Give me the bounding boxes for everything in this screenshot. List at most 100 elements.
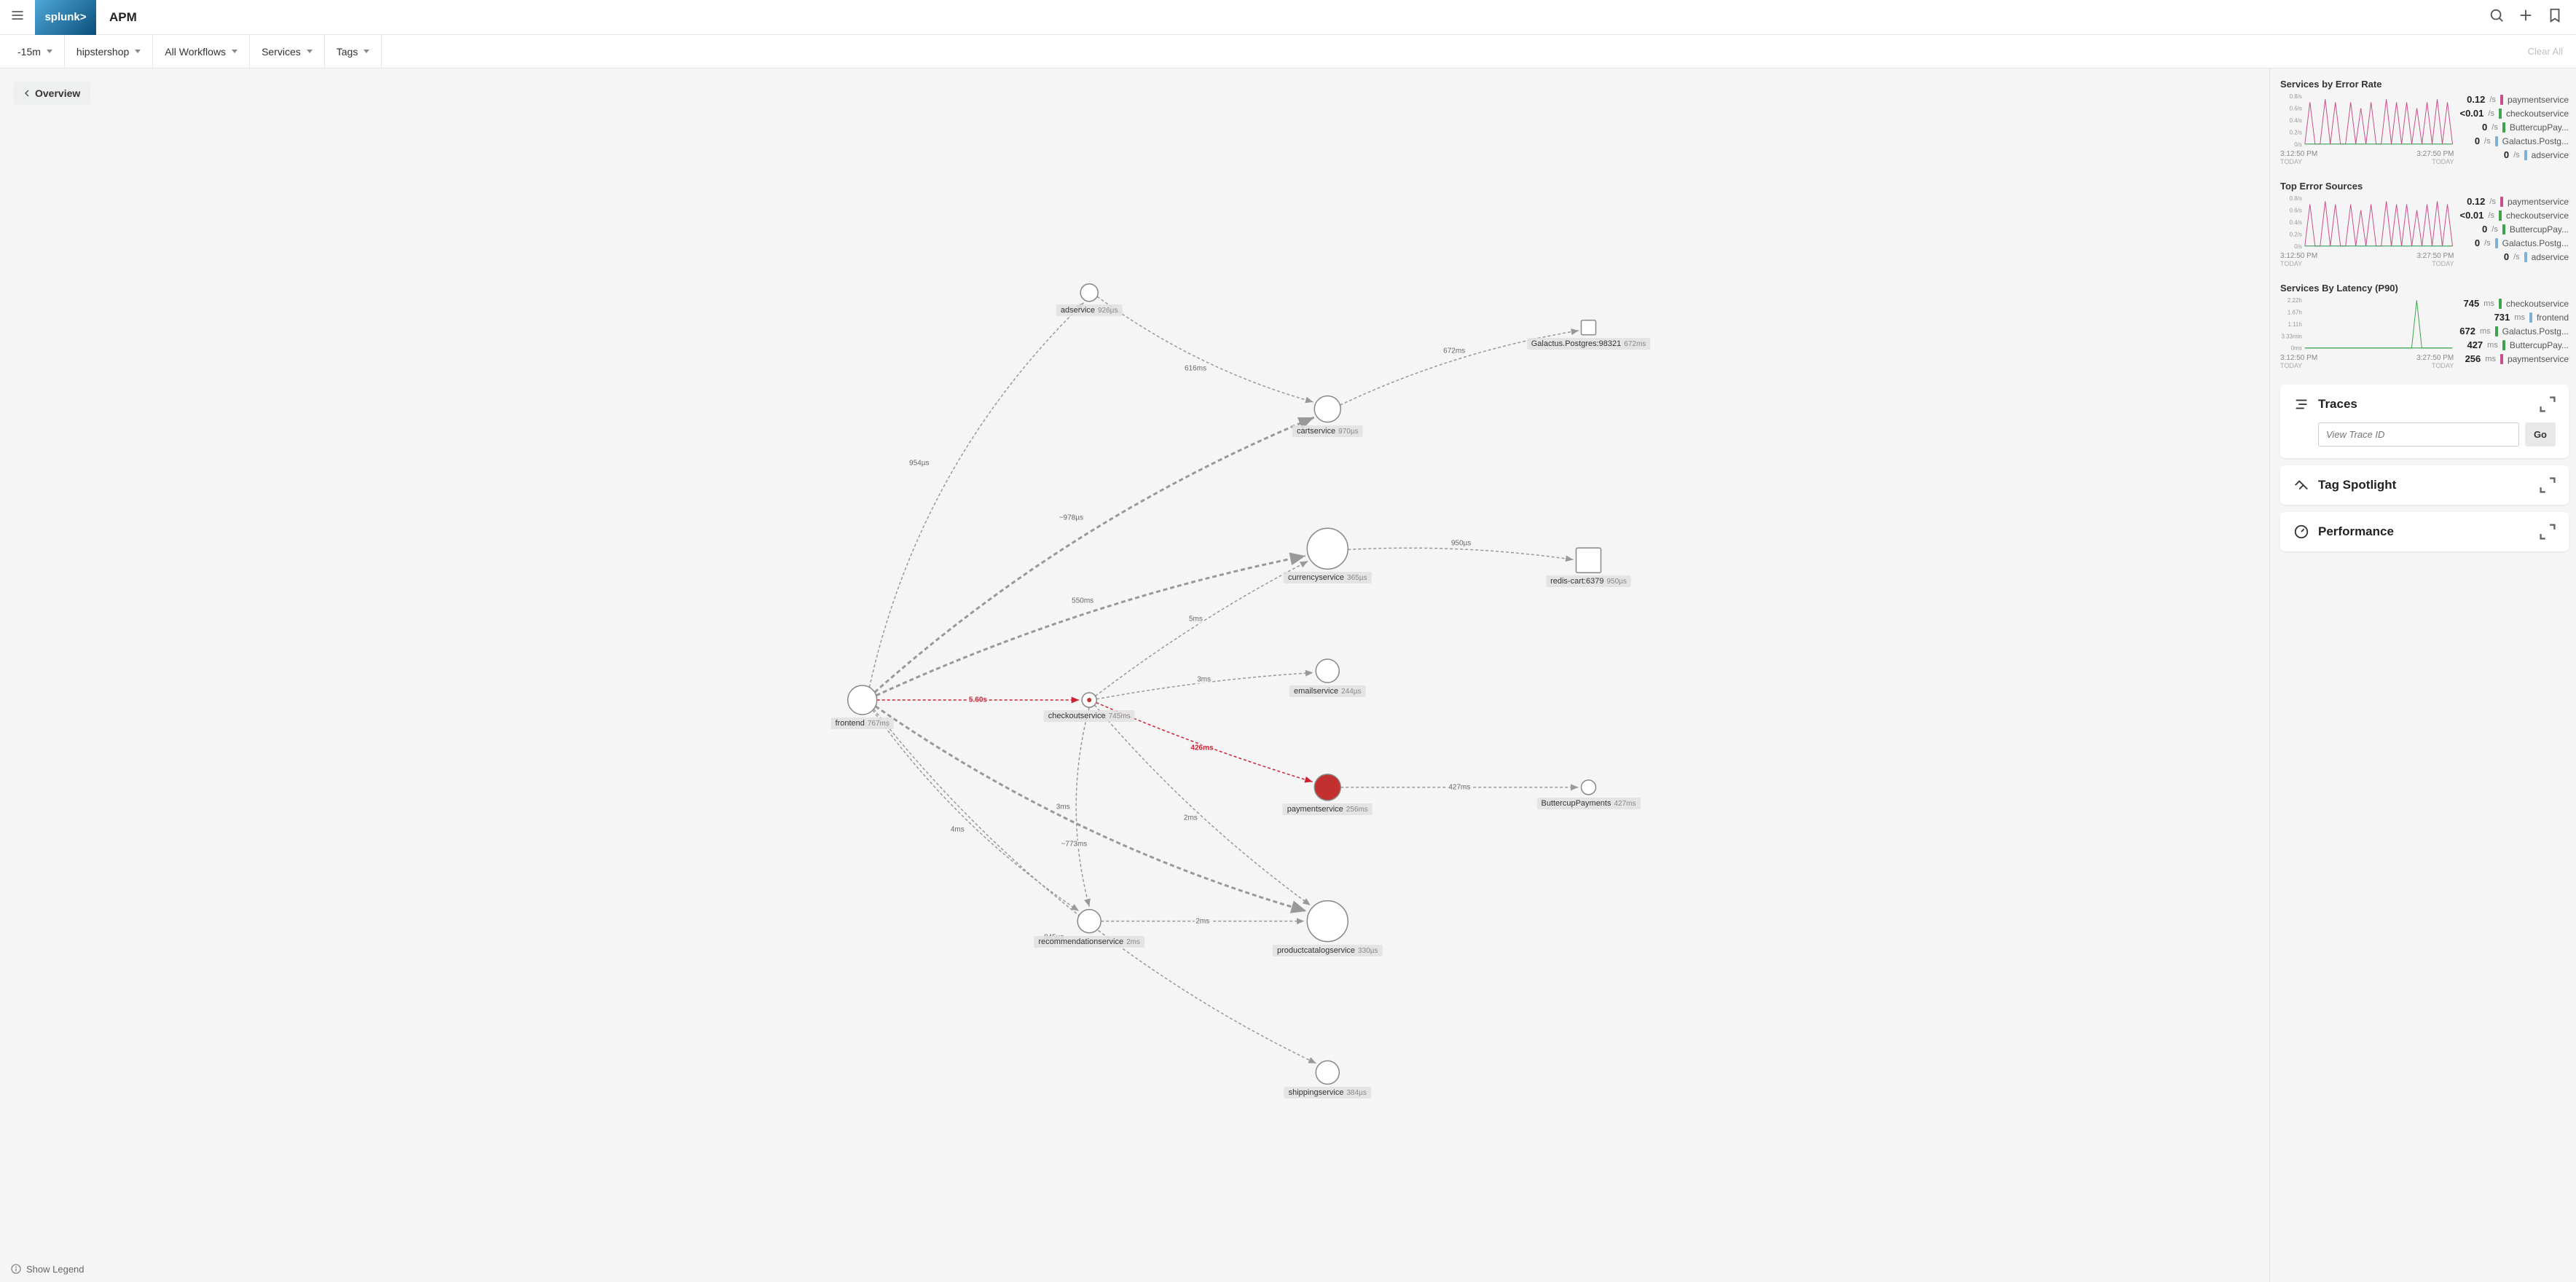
latency-block: 2.22h1.67h1.11h3.33min0ms 3:12:50 PMTODA… [2280,298,2569,370]
chevron-left-icon [23,90,31,97]
traces-card: Traces Go [2280,385,2569,458]
performance-card[interactable]: Performance [2280,512,2569,551]
service-label-adservice: adservice926µs [1056,304,1123,316]
service-node-galactus[interactable] [1582,320,1596,335]
brand-logo[interactable]: splunk> [35,0,96,35]
filter-time[interactable]: -15m [6,35,65,68]
edge-label: 950µs [1450,540,1472,548]
filter-bar: -15m hipstershop All Workflows Services … [0,35,2576,68]
edge-label: 3ms [1195,675,1212,683]
overview-label: Overview [35,87,80,99]
tag-spotlight-title: Tag Spotlight [2318,478,2531,492]
show-legend-button[interactable]: Show Legend [10,1263,85,1275]
svg-text:0.8/s: 0.8/s [2290,196,2302,202]
service-label-cartservice: cartservice970µs [1292,425,1363,437]
svg-text:1.67h: 1.67h [2288,310,2302,316]
edge-label: 550ms [1070,597,1095,605]
legend-row[interactable]: 0.12/spaymentservice [2459,94,2569,105]
service-node-emailservice[interactable] [1316,659,1339,683]
legend-row[interactable]: 731msfrontend [2459,312,2569,323]
service-node-buttercup[interactable] [1582,780,1596,795]
filter-tags[interactable]: Tags [325,35,382,68]
menu-icon[interactable] [0,8,35,26]
filter-workflows[interactable]: All Workflows [153,35,250,68]
edge-label: 672ms [1442,347,1466,355]
service-label-checkoutservice: checkoutservice745ms [1044,710,1135,722]
service-node-frontend[interactable] [848,685,877,715]
search-icon[interactable] [2489,7,2505,27]
traces-title: Traces [2318,397,2531,412]
filter-services[interactable]: Services [250,35,325,68]
service-node-paymentservice[interactable] [1314,774,1340,801]
service-label-redis: redis-cart:6379950µs [1546,575,1631,587]
svg-text:0/s: 0/s [2294,243,2302,248]
edge-label: ~773ms [1059,841,1088,849]
expand-icon[interactable] [2540,396,2556,412]
legend-row[interactable]: 0/sadservice [2459,251,2569,262]
legend-row[interactable]: 0.12/spaymentservice [2459,196,2569,207]
svg-text:0.2/s: 0.2/s [2290,129,2302,135]
service-node-productcatalogservice[interactable] [1307,901,1348,942]
edge-label: 5.60s [967,696,989,704]
edge-label: 426ms [1189,744,1214,752]
service-label-shippingservice: shippingservice384µs [1284,1087,1371,1098]
svg-text:0.4/s: 0.4/s [2290,219,2302,226]
legend-row[interactable]: <0.01/scheckoutservice [2459,108,2569,119]
legend-row[interactable]: 0/sGalactus.Postg... [2459,135,2569,146]
performance-icon [2293,524,2309,540]
service-label-buttercup: ButtercupPayments427ms [1536,798,1640,809]
service-map-canvas[interactable]: Overview 954µs 616ms 672ms ~978µs 550ms 950µs… [0,68,2270,1282]
traces-icon [2293,396,2309,412]
service-label-currencyservice: currencyservice365µs [1284,572,1371,583]
expand-icon[interactable] [2540,477,2556,493]
legend-row[interactable]: 672msGalactus.Postg... [2459,326,2569,337]
error-rate-title: Services by Error Rate [2280,79,2569,90]
legend-row[interactable]: 0/sButtercupPay... [2459,224,2569,235]
service-label-paymentservice: paymentservice256ms [1283,803,1373,815]
add-icon[interactable] [2518,7,2534,27]
edge-label: 616ms [1183,365,1208,373]
legend-row[interactable]: 0/sGalactus.Postg... [2459,237,2569,248]
edge-label: ~978µs [1058,514,1085,522]
service-node-redis[interactable] [1576,548,1601,573]
latency-chart[interactable]: 2.22h1.67h1.11h3.33min0ms [2280,298,2454,350]
service-label-galactus: Galactus.Postgres:98321672ms [1527,338,1651,350]
error-rate-chart[interactable]: 0.8/s0.6/s0.4/s0.2/s0/s [2280,94,2454,146]
service-label-frontend: frontend767ms [830,717,893,729]
tag-spotlight-icon [2293,477,2309,493]
svg-text:0.4/s: 0.4/s [2290,117,2302,124]
edge-label: 954µs [908,459,930,467]
edge-label: 3ms [1055,803,1072,811]
svg-text:2.22h: 2.22h [2288,298,2302,304]
overview-button[interactable]: Overview [13,82,90,105]
error-sources-chart[interactable]: 0.8/s0.6/s0.4/s0.2/s0/s [2280,196,2454,248]
trace-id-input[interactable] [2318,422,2519,447]
tag-spotlight-card[interactable]: Tag Spotlight [2280,465,2569,505]
filter-environment[interactable]: hipstershop [65,35,153,68]
service-node-recommendationservice[interactable] [1077,910,1101,933]
edge-label: 2ms [1194,917,1211,925]
expand-icon[interactable] [2540,524,2556,540]
edge-label: 5ms [1187,616,1204,624]
svg-text:0/s: 0/s [2294,141,2302,146]
service-node-cartservice[interactable] [1314,396,1340,422]
clear-all-button[interactable]: Clear All [2515,46,2576,57]
legend-row[interactable]: 427msButtercupPay... [2459,339,2569,350]
service-node-currencyservice[interactable] [1307,528,1348,569]
legend-row[interactable]: <0.01/scheckoutservice [2459,210,2569,221]
svg-text:0.2/s: 0.2/s [2290,231,2302,237]
edge-label: 4ms [949,825,966,833]
legend-row[interactable]: 0/sButtercupPay... [2459,122,2569,133]
legend-row[interactable]: 745mscheckoutservice [2459,298,2569,309]
go-button[interactable]: Go [2525,422,2556,447]
service-label-recommendationservice: recommendationservice2ms [1034,936,1144,948]
svg-text:1.11h: 1.11h [2288,321,2301,328]
legend-row[interactable]: 256mspaymentservice [2459,353,2569,364]
service-node-adservice[interactable] [1080,284,1098,302]
edge-label: 427ms [1447,783,1472,791]
service-node-shippingservice[interactable] [1316,1061,1339,1084]
bookmark-icon[interactable] [2547,7,2563,27]
performance-title: Performance [2318,524,2531,539]
legend-row[interactable]: 0/sadservice [2459,149,2569,160]
app-title: APM [96,10,150,25]
